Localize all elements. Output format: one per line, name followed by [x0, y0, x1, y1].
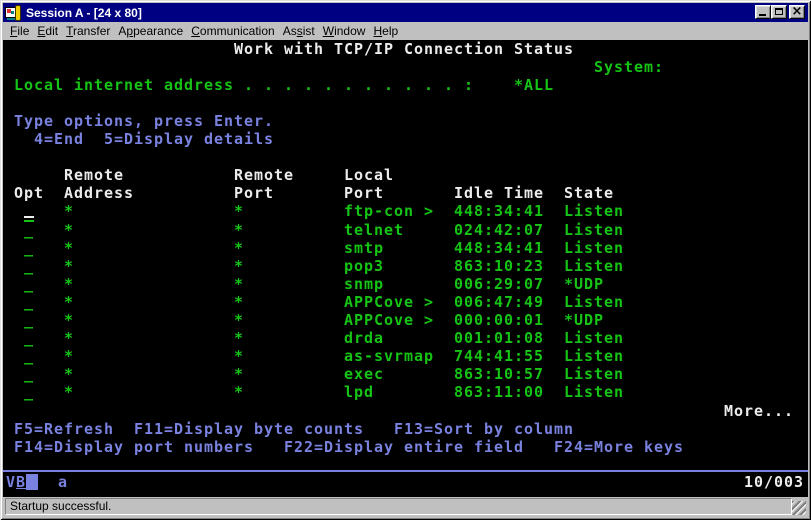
menu-item-help[interactable]: Help	[369, 24, 402, 38]
window-controls: ×	[755, 4, 805, 19]
close-icon: ×	[791, 4, 803, 19]
resize-grip[interactable]	[792, 501, 806, 515]
maximize-button[interactable]	[771, 5, 787, 19]
menu-item-appearance[interactable]: Appearance	[114, 24, 187, 38]
function-keys-line2: F14=Display port numbers F22=Display ent…	[4, 437, 685, 456]
connection-row-drda[interactable]: _ * * drda 001:01:08 Listen	[4, 330, 624, 348]
title-bar[interactable]: Session A - [24 x 80] ×	[3, 3, 808, 22]
monitor-screen-pixel2	[11, 10, 14, 14]
more-indicator: More...	[4, 401, 795, 420]
monitor-base	[7, 17, 15, 20]
oia-cursor-position: 10/003	[743, 473, 804, 491]
table-header-row1: Remote Remote Local	[4, 166, 395, 185]
menu-item-transfer[interactable]: Transfer	[62, 24, 114, 38]
minimize-icon	[759, 14, 766, 16]
oia-keyboard-indicator-2: B	[16, 473, 27, 491]
oia-input-inhibit-block	[26, 474, 38, 490]
oia-status-row: VB a 10/003	[4, 473, 807, 492]
menu-item-window[interactable]: Window	[319, 24, 370, 38]
menu-item-communication[interactable]: Communication	[187, 24, 278, 38]
connection-row-appcove[interactable]: _ * * APPCove > 000:00:01 *UDP	[4, 312, 604, 330]
connection-row-telnet[interactable]: _ * * telnet 024:42:07 Listen	[4, 221, 624, 240]
oia-keyboard-indicator: V	[6, 473, 17, 491]
window-title: Session A - [24 x 80]	[26, 5, 142, 20]
connection-row-exec[interactable]: _ * * exec 863:10:57 Listen	[4, 366, 624, 384]
function-keys-line1: F5=Refresh F11=Display byte counts F13=S…	[4, 419, 575, 438]
screen-title: Work with TCP/IP Connection Status	[4, 40, 575, 58]
session-app-icon[interactable]	[5, 4, 21, 21]
status-message: Startup successful.	[10, 499, 112, 513]
minimize-button[interactable]	[755, 5, 771, 19]
connection-row-pop3[interactable]: _ * * pop3 863:10:23 Listen	[4, 257, 624, 276]
status-message-panel: Startup successful.	[5, 498, 792, 515]
table-header-row2: Opt Address Port Port Idle Time State	[4, 184, 615, 203]
yellow-bolt-icon	[15, 4, 21, 21]
connection-row-smtp[interactable]: _ * * smtp 448:34:41 Listen	[4, 239, 624, 258]
application-window: Session A - [24 x 80] × File Edit Transfer…	[0, 0, 811, 520]
menu-item-file[interactable]: File	[6, 24, 33, 38]
terminal-screen[interactable]: Work with TCP/IP Connection Status Syste…	[3, 40, 808, 497]
connection-row-as-svrmap[interactable]: _ * * as-svrmap 744:41:55 Listen	[4, 348, 624, 366]
maximize-icon	[775, 8, 783, 15]
options-list: 4=End 5=Display details	[4, 130, 275, 148]
menu-item-assist[interactable]: Assist	[279, 24, 319, 38]
connection-row-ftp-con[interactable]: * * ftp-con > 448:34:41 Listen	[4, 203, 624, 221]
status-bar: Startup successful.	[3, 497, 808, 516]
close-button[interactable]: ×	[789, 4, 805, 19]
oia-shift-mode: a	[58, 473, 69, 491]
connection-row-appcove[interactable]: _ * * APPCove > 006:47:49 Listen	[4, 293, 624, 312]
local-address-line: Local internet address . . . . . . . . .…	[4, 75, 555, 94]
system-label-line: System:	[4, 57, 665, 76]
connection-row-snmp[interactable]: _ * * snmp 006:29:07 *UDP	[4, 275, 604, 294]
oia-separator	[3, 470, 808, 472]
connection-row-lpd[interactable]: _ * * lpd 863:11:00 Listen	[4, 384, 624, 402]
menu-bar: File Edit Transfer Appearance Communication A…	[3, 22, 808, 40]
menu-item-edit[interactable]: Edit	[33, 24, 62, 38]
type-options-prompt: Type options, press Enter.	[4, 111, 275, 130]
